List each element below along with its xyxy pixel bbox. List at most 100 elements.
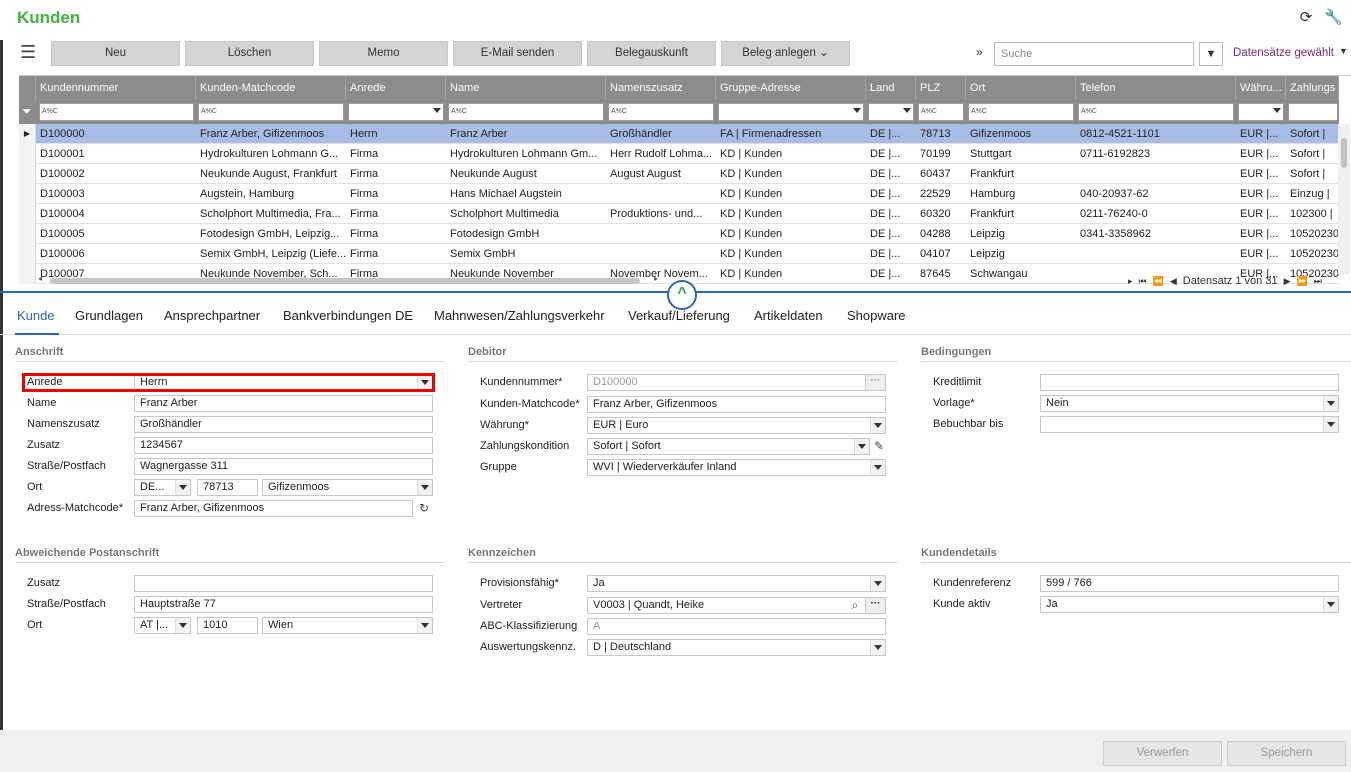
caret-down-icon[interactable]: ▼ [1339,46,1348,56]
tab-kunde[interactable]: Kunde [17,308,55,323]
filter-zahlung[interactable] [1288,103,1338,121]
refresh-matchcode-icon[interactable]: ↻ [414,500,434,517]
cell-kundennummer[interactable]: D100003 [36,184,196,204]
cell-matchcode[interactable]: Scholphort Multimedia, Fra... [196,204,346,224]
auswertung-select[interactable]: D | Deutschland [587,639,886,656]
cell-waehrung[interactable]: EUR |... [1236,184,1286,204]
zahlungskondition-select[interactable]: Sofort | Sofort [587,438,870,455]
filter-anrede[interactable] [348,103,444,121]
col-header-telefon[interactable]: Telefon [1076,76,1236,100]
tab-shopware[interactable]: Shopware [847,308,906,323]
cell-name[interactable]: Fotodesign GmbH [446,224,606,244]
cell-namenszusatz[interactable]: Produktions- und... [606,204,716,224]
last-page-icon[interactable]: ⏭ [1314,276,1322,287]
cell-kundennummer[interactable]: D100005 [36,224,196,244]
ort-select[interactable]: Gifizenmoos [262,479,433,496]
table-row[interactable]: D100006 Semix GmbH, Leipzig (Liefe... Firm… [19,244,1339,264]
vertreter-field[interactable]: V0003 | Quandt, Heike ··· [587,597,886,614]
filter-land[interactable] [868,103,914,121]
search-input[interactable]: Suche [994,42,1194,66]
cell-zahlung[interactable]: 102300 | [1286,204,1339,224]
chevron-down-icon[interactable] [870,640,885,655]
col-header-zahlung[interactable]: Zahlungs [1286,76,1339,100]
cell-zahlung[interactable]: Sofort | [1286,164,1339,184]
gruppe-select[interactable]: WVI | Wiederverkäufer Inland [587,459,886,476]
cell-kundennummer[interactable]: D100006 [36,244,196,264]
tab-mahnwesen[interactable]: Mahnwesen/Zahlungsverkehr [434,308,605,323]
zusatz-field[interactable]: 1234567 [134,437,433,454]
kunde-aktiv-select[interactable]: Ja [1040,596,1339,613]
abw-plz-field[interactable]: 1010 [197,617,258,634]
filter-matchcode[interactable]: A%C [198,103,344,121]
prev-page-icon[interactable]: ◀ [1170,276,1177,287]
bebuchbar-select[interactable] [1040,416,1339,433]
cell-land[interactable]: DE |... [866,144,916,164]
filter-telefon[interactable]: A%C [1078,103,1234,121]
cell-waehrung[interactable]: EUR |... [1236,224,1286,244]
filter-dropdown-button[interactable]: ▼ [1199,42,1223,66]
tab-verkauf[interactable]: Verkauf/Lieferung [628,308,730,323]
col-header-namenszusatz[interactable]: Namenszusatz [606,76,716,100]
chevron-down-icon[interactable] [870,576,885,591]
table-row[interactable]: D100001 Hydrokulturen Lohmann G... Firma Hy… [19,144,1339,164]
cell-matchcode[interactable]: Neukunde August, Frankfurt [196,164,346,184]
cell-matchcode[interactable]: Augstein, Hamburg [196,184,346,204]
cell-waehrung[interactable]: EUR |... [1236,144,1286,164]
col-header-anrede[interactable]: Anrede [346,76,446,100]
discard-button[interactable]: Verwerfen [1103,741,1222,766]
cell-anrede[interactable]: Firma [346,184,446,204]
cell-plz[interactable]: 60320 [916,204,966,224]
abw-ort-select[interactable]: Wien [262,617,433,634]
land-select[interactable]: DE... [134,479,191,496]
more-icon[interactable]: ··· [865,375,885,390]
belegauskunft-button[interactable]: Belegauskunft [587,41,716,66]
chevron-down-icon[interactable] [1323,396,1338,411]
cell-zahlung[interactable]: Sofort | [1286,124,1339,144]
chevron-down-icon[interactable] [854,439,869,454]
cell-ort[interactable]: Frankfurt [966,164,1076,184]
cell-namenszusatz[interactable]: August August [606,164,716,184]
prev-fast-icon[interactable]: ⏪ [1153,276,1164,287]
cell-land[interactable]: DE |... [866,164,916,184]
chevron-down-icon[interactable] [417,480,432,495]
col-header-name[interactable]: Name [446,76,606,100]
cell-namenszusatz[interactable] [606,184,716,204]
grid-horizontal-scrollbar[interactable]: ◂ ▸ [36,274,666,286]
email-button[interactable]: E-Mail senden [453,41,582,66]
cell-plz[interactable]: 87645 [916,264,966,284]
cell-gruppe[interactable]: KD | Kunden [716,224,866,244]
menu-icon[interactable]: ☰ [20,43,38,61]
tab-grundlagen[interactable]: Grundlagen [75,308,143,323]
chevron-down-icon[interactable] [417,618,432,633]
kundennummer-field[interactable]: D100000 ··· [587,374,886,391]
cell-name[interactable]: Semix GmbH [446,244,606,264]
col-header-plz[interactable]: PLZ [916,76,966,100]
plz-field[interactable]: 78713 [197,479,258,496]
cell-telefon[interactable]: 040-20937-62 [1076,184,1236,204]
cell-name[interactable]: Scholphort Multimedia [446,204,606,224]
double-chevron-icon[interactable]: » [976,45,983,59]
cell-waehrung[interactable]: EUR |... [1236,124,1286,144]
filter-gruppe[interactable] [718,103,864,121]
tab-artikeldaten[interactable]: Artikeldaten [754,308,823,323]
chevron-down-icon[interactable] [175,618,190,633]
cell-telefon[interactable] [1076,164,1236,184]
wrench-icon[interactable]: 🔧 [1324,8,1343,26]
memo-button[interactable]: Memo [319,41,448,66]
cell-anrede[interactable]: Firma [346,164,446,184]
filter-ort[interactable]: A%C [968,103,1074,121]
name-field[interactable]: Franz Arber [134,395,433,412]
cell-ort[interactable]: Stuttgart [966,144,1076,164]
chevron-down-icon[interactable] [870,460,885,475]
cell-telefon[interactable]: 0341-3358962 [1076,224,1236,244]
cell-ort[interactable]: Schwangau [966,264,1076,284]
cell-land[interactable]: DE |... [866,184,916,204]
cell-zahlung[interactable]: 10520230 [1286,244,1339,264]
cell-matchcode[interactable]: Hydrokulturen Lohmann G... [196,144,346,164]
first-page-icon[interactable]: ⏮ [1139,276,1147,287]
cell-gruppe[interactable]: KD | Kunden [716,264,866,284]
table-row[interactable]: ▶ D100000 Franz Arber, Gifizenmoos Herrn Fra… [19,124,1339,144]
kreditlimit-field[interactable] [1040,374,1339,391]
cell-land[interactable]: DE |... [866,204,916,224]
filter-kundennummer[interactable]: A%C [39,103,194,121]
